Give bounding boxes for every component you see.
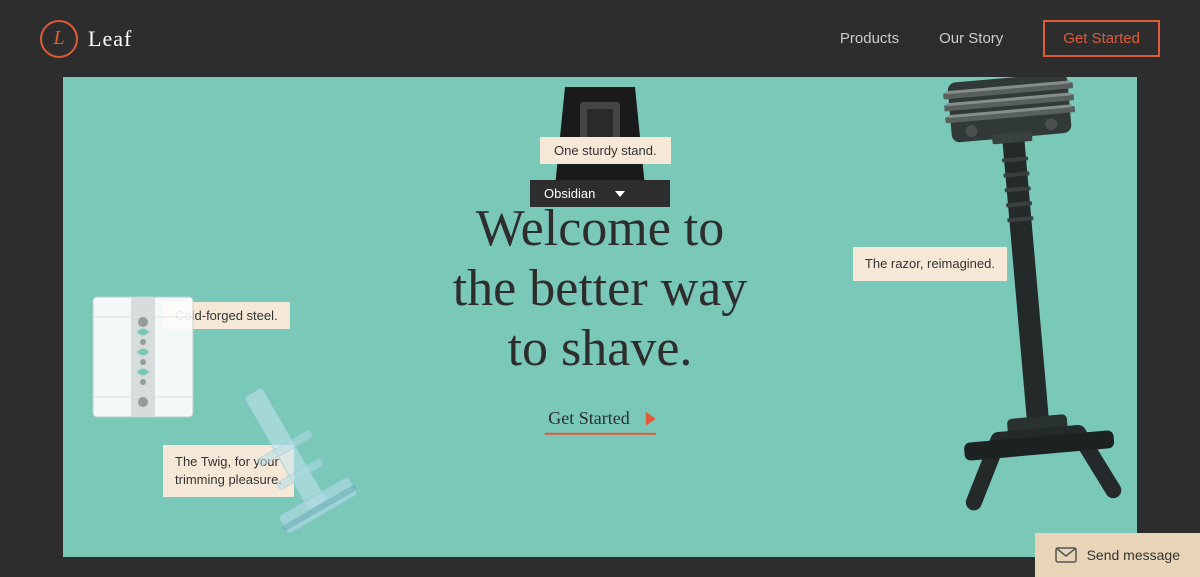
nav-links: Products Our Story Get Started bbox=[840, 20, 1160, 57]
stand-label: One sturdy stand. bbox=[540, 137, 671, 164]
envelope-icon bbox=[1055, 547, 1077, 563]
hero: One sturdy stand. Obsidian Welcome to th… bbox=[63, 77, 1137, 557]
headline: Welcome to the better way to shave. bbox=[453, 199, 748, 378]
navbar: L Leaf Products Our Story Get Started bbox=[0, 0, 1200, 77]
blade-image bbox=[83, 277, 203, 442]
logo-icon: L bbox=[40, 20, 78, 58]
nav-products[interactable]: Products bbox=[840, 30, 899, 47]
twig-image bbox=[213, 382, 373, 547]
razor-image bbox=[927, 77, 1127, 542]
get-started-hero-button[interactable]: Get Started bbox=[544, 408, 655, 435]
logo-area[interactable]: L Leaf bbox=[40, 20, 132, 58]
chevron-down-icon bbox=[615, 191, 625, 197]
logo-text: Leaf bbox=[88, 26, 132, 52]
get-started-nav-button[interactable]: Get Started bbox=[1043, 20, 1160, 57]
obsidian-dropdown[interactable]: Obsidian bbox=[530, 180, 670, 207]
obsidian-value: Obsidian bbox=[544, 186, 595, 201]
nav-our-story[interactable]: Our Story bbox=[939, 30, 1003, 47]
center-content: Welcome to the better way to shave. Get … bbox=[453, 199, 748, 435]
send-message-label: Send message bbox=[1087, 547, 1180, 563]
send-message-button[interactable]: Send message bbox=[1035, 533, 1200, 577]
